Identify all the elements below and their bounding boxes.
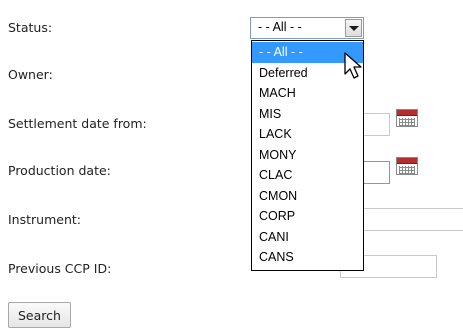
owner-label: Owner: [8,67,53,82]
mouse-pointer-icon [344,52,362,79]
production-date-label: Production date: [8,163,111,178]
status-option-cans[interactable]: CANS [252,247,363,268]
status-option-mach[interactable]: MACH [252,83,363,104]
calendar-icon[interactable] [396,157,418,175]
search-button[interactable]: Search [8,302,71,328]
status-option-lack[interactable]: LACK [252,124,363,145]
status-option-corp[interactable]: CORP [252,206,363,227]
status-select-value: - - All - - [258,20,302,34]
status-select[interactable]: - - All - - [250,17,364,39]
instrument-label: Instrument: [8,212,81,227]
status-label: Status: [8,20,53,35]
status-option-mony[interactable]: MONY [252,145,363,166]
status-option-mis[interactable]: MIS [252,104,363,125]
status-option-cani[interactable]: CANI [252,227,363,248]
chevron-down-icon[interactable] [345,19,362,37]
calendar-icon[interactable] [396,109,418,127]
status-option-clac[interactable]: CLAC [252,165,363,186]
settlement-date-label: Settlement date from: [8,116,147,131]
status-option-cmon[interactable]: CMON [252,186,363,207]
previous-ccp-id-label: Previous CCP ID: [8,261,112,276]
